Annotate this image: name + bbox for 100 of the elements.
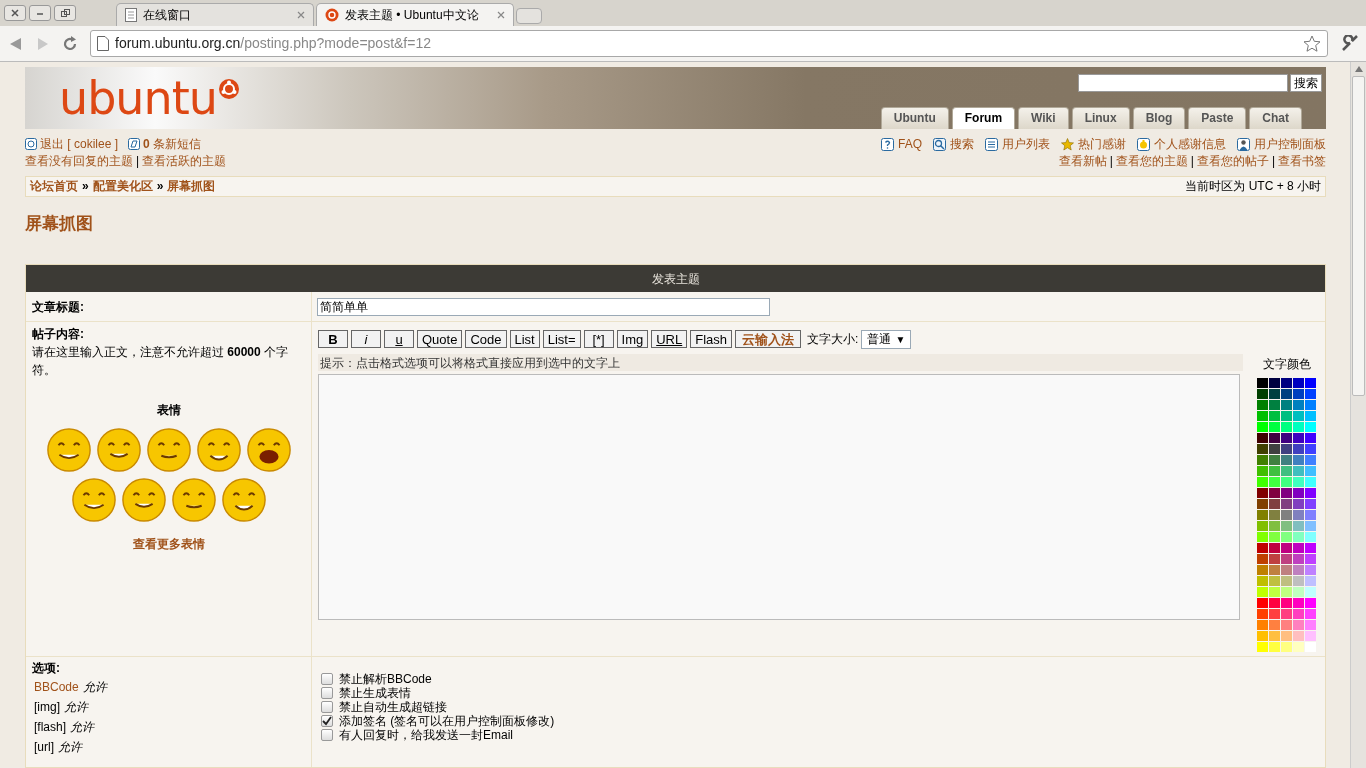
close-icon[interactable] bbox=[497, 11, 505, 19]
breadcrumb-link[interactable]: 配置美化区 bbox=[92, 177, 153, 196]
breadcrumb-link[interactable]: 屏幕抓图 bbox=[167, 177, 216, 196]
subject-label: 文章标题: bbox=[32, 298, 84, 316]
smiley-icon[interactable] bbox=[145, 427, 192, 473]
format-button[interactable]: i bbox=[351, 330, 381, 348]
close-icon bbox=[11, 9, 19, 17]
browser-tab[interactable]: 在线窗口 bbox=[116, 3, 314, 26]
breadcrumb-separator: » bbox=[81, 178, 90, 196]
tool-link[interactable]: 热门感谢 bbox=[1078, 135, 1126, 153]
restore-icon bbox=[60, 9, 70, 17]
smiley-icon[interactable] bbox=[170, 477, 217, 523]
address-field[interactable]: forum.ubuntu.org.cn/posting.php?mode=post&f=12 bbox=[90, 30, 1328, 57]
back-icon[interactable] bbox=[8, 36, 24, 51]
format-button[interactable]: Img bbox=[616, 330, 649, 348]
checkbox[interactable] bbox=[321, 687, 333, 699]
more-smileys-link[interactable]: 查看更多表情 bbox=[132, 535, 205, 553]
tool-link[interactable]: 个人感谢信息 bbox=[1154, 135, 1226, 153]
view-link[interactable]: 查看没有回复的主题 bbox=[25, 152, 133, 170]
smiley-icon[interactable] bbox=[70, 477, 117, 523]
close-window-button[interactable] bbox=[4, 5, 26, 21]
search-field[interactable] bbox=[1078, 74, 1288, 92]
nav-tab[interactable]: Paste bbox=[1188, 106, 1247, 129]
tool-link[interactable]: 搜索 bbox=[950, 135, 974, 153]
separator: | bbox=[1270, 152, 1276, 170]
caret-icon: ▼ bbox=[895, 331, 906, 347]
option-name: [img] bbox=[34, 699, 60, 716]
option-name: [url] bbox=[34, 739, 54, 756]
star-icon bbox=[1061, 137, 1074, 151]
smiley-icon[interactable] bbox=[220, 477, 267, 523]
bookmark-star-icon[interactable] bbox=[1303, 34, 1321, 53]
smiley-icon[interactable] bbox=[45, 427, 92, 473]
option-value: 允许 bbox=[82, 679, 107, 696]
messages-link[interactable]: 0 条新短信 bbox=[143, 135, 202, 153]
tool-link[interactable]: 用户列表 bbox=[1002, 135, 1050, 153]
search-icon bbox=[933, 137, 946, 151]
ubuntu-logo[interactable]: ubuntu bbox=[59, 74, 217, 121]
font-size-select[interactable]: 普通 ▼ bbox=[861, 329, 912, 349]
help-icon bbox=[881, 137, 894, 151]
nav-tab[interactable]: Forum bbox=[951, 106, 1016, 129]
page-title: 屏幕抓图 bbox=[25, 212, 94, 235]
smiley-icon[interactable] bbox=[245, 427, 292, 473]
option-value: 允许 bbox=[58, 739, 82, 756]
format-tip: 提示：点击格式选项可以将格式直接应用到选中的文字上 bbox=[318, 354, 1243, 371]
checkbox-label: 添加签名 (签名可以在用户控制面板修改) bbox=[339, 714, 555, 728]
logout-link[interactable]: 退出 [ cokilee ] bbox=[40, 135, 119, 153]
format-button[interactable]: 云输入法 bbox=[735, 330, 802, 348]
nav-tab[interactable]: Blog bbox=[1132, 106, 1186, 129]
view-link[interactable]: 查看新帖 bbox=[1058, 152, 1107, 170]
view-link[interactable]: 查看您的帖子 bbox=[1196, 152, 1269, 170]
format-button[interactable]: URL bbox=[651, 330, 688, 348]
minimize-button[interactable] bbox=[29, 5, 51, 21]
browser-tab[interactable]: 发表主题 • Ubuntu中文论 bbox=[316, 3, 514, 26]
format-button[interactable]: Flash bbox=[690, 330, 733, 348]
option-value: 允许 bbox=[64, 699, 88, 716]
checkbox[interactable] bbox=[321, 701, 333, 713]
format-button[interactable]: [*] bbox=[583, 330, 614, 348]
format-button[interactable]: List bbox=[509, 330, 540, 348]
up-arrow-icon bbox=[1354, 66, 1363, 72]
smileys-title: 表情 bbox=[156, 402, 181, 419]
checkbox[interactable] bbox=[321, 673, 333, 685]
breadcrumb-separator: » bbox=[155, 178, 165, 196]
reload-icon[interactable] bbox=[62, 35, 78, 52]
close-icon[interactable] bbox=[297, 11, 305, 19]
scroll-thumb[interactable] bbox=[1352, 76, 1365, 396]
view-link[interactable]: 查看活跃的主题 bbox=[142, 152, 227, 170]
tool-link[interactable]: FAQ bbox=[898, 135, 922, 153]
format-button[interactable]: List= bbox=[542, 330, 581, 348]
body-label: 帖子内容: bbox=[32, 326, 85, 343]
subject-field[interactable]: 简简单单 bbox=[317, 297, 770, 316]
tab-title: 发表主题 • Ubuntu中文论 bbox=[345, 7, 480, 24]
user-icon bbox=[1237, 137, 1250, 151]
search-button[interactable]: 搜索 bbox=[1290, 74, 1322, 92]
smiley-icon[interactable] bbox=[120, 477, 167, 523]
nav-tab[interactable]: Chat bbox=[1249, 106, 1302, 129]
view-link[interactable]: 查看您的主题 bbox=[1115, 152, 1188, 170]
view-link[interactable]: 查看书签 bbox=[1278, 152, 1326, 170]
check-icon bbox=[322, 716, 332, 726]
format-button[interactable]: B bbox=[318, 330, 348, 348]
color-label: 文字颜色 bbox=[1263, 356, 1311, 373]
nav-tab[interactable]: Wiki bbox=[1018, 106, 1069, 129]
tool-link[interactable]: 用户控制面板 bbox=[1254, 135, 1326, 153]
color-palette[interactable] bbox=[1257, 378, 1317, 653]
option-name[interactable]: BBCode bbox=[34, 677, 79, 697]
format-button[interactable]: Quote bbox=[417, 330, 463, 348]
checkbox[interactable] bbox=[321, 729, 333, 741]
logout-icon bbox=[25, 138, 37, 151]
font-size-label: 文字大小: bbox=[807, 331, 859, 348]
format-button[interactable]: u bbox=[384, 330, 414, 348]
nav-tab[interactable]: Ubuntu bbox=[880, 106, 949, 129]
breadcrumb-link[interactable]: 论坛首页 bbox=[30, 177, 78, 196]
message-field[interactable] bbox=[318, 374, 1240, 620]
page-icon bbox=[125, 8, 137, 22]
smiley-icon[interactable] bbox=[195, 427, 242, 473]
smiley-icon[interactable] bbox=[95, 427, 142, 473]
nav-tab[interactable]: Linux bbox=[1071, 106, 1130, 129]
maximize-button[interactable] bbox=[54, 5, 76, 21]
checkbox[interactable] bbox=[321, 715, 333, 727]
wrench-icon[interactable] bbox=[1340, 34, 1358, 53]
format-button[interactable]: Code bbox=[465, 330, 507, 348]
